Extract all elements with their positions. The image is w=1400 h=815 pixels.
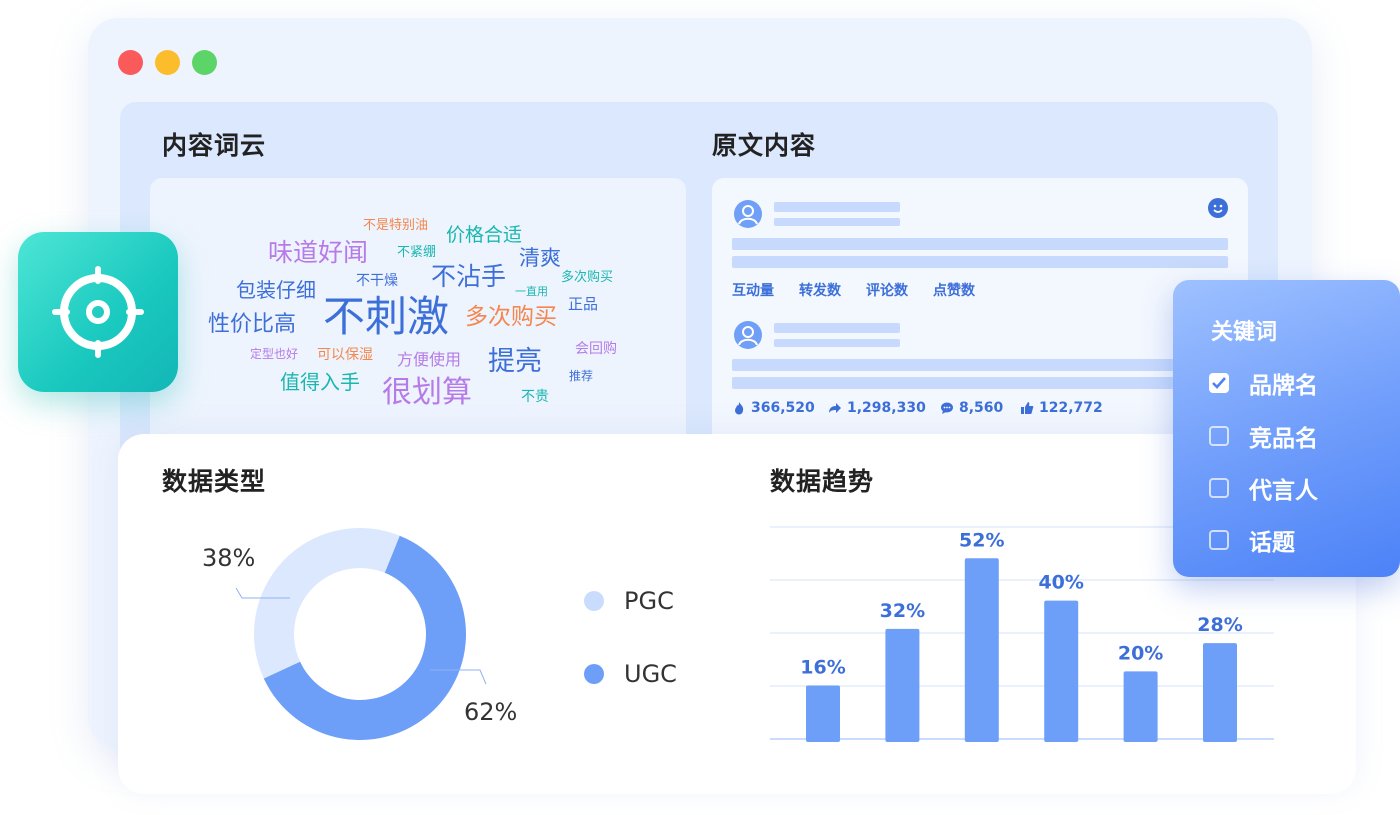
wordcloud-word: 推荐 xyxy=(569,369,594,383)
trend-bar-label: 20% xyxy=(1118,642,1163,664)
trend-bar xyxy=(1203,643,1237,742)
target-app-icon[interactable] xyxy=(18,232,178,392)
target-icon xyxy=(52,266,144,358)
trend-bar xyxy=(885,628,920,742)
trend-bar xyxy=(1044,600,1079,742)
keyword-option-label: 品牌名 xyxy=(1249,373,1318,399)
keyword-panel-title: 关键词 xyxy=(1211,320,1278,345)
wordcloud-word: 定型也好 xyxy=(250,347,299,361)
wordcloud-word: 多次购买 xyxy=(561,270,614,285)
wordcloud-word: 很划算 xyxy=(382,375,472,410)
wordcloud-word: 不刺激 xyxy=(323,292,450,341)
wordcloud-word: 清爽 xyxy=(519,246,561,270)
wordcloud-word: 提亮 xyxy=(488,346,542,377)
trend-bar xyxy=(1123,671,1158,742)
trend-bar xyxy=(806,685,840,742)
wordcloud-word: 不紧绷 xyxy=(397,245,437,260)
wordcloud-word: 方便使用 xyxy=(397,350,462,369)
keyword-option-competitor[interactable]: 竞品名 xyxy=(1209,419,1318,453)
wordcloud-word: 包装仔细 xyxy=(236,278,316,302)
wordcloud-word: 性价比高 xyxy=(208,312,297,337)
trend-bar-label: 32% xyxy=(880,600,925,622)
wordcloud-word: 正品 xyxy=(568,295,599,313)
wordcloud-word: 不是特别油 xyxy=(363,218,429,233)
keyword-option-topic[interactable]: 话题 xyxy=(1209,523,1295,557)
check-icon xyxy=(1212,377,1226,389)
keyword-option-brand[interactable]: 品牌名 xyxy=(1209,366,1318,400)
trend-bar-label: 52% xyxy=(959,529,1004,551)
keyword-option-spokesperson[interactable]: 代言人 xyxy=(1209,471,1318,505)
trend-bar-label: 40% xyxy=(1038,572,1083,594)
wordcloud-word: 值得入手 xyxy=(280,370,360,394)
wordcloud-word: 不沾手 xyxy=(431,262,507,291)
wordcloud-word: 会回购 xyxy=(575,341,617,357)
wordcloud-word: 味道好闻 xyxy=(268,238,369,267)
trend-bar-label: 16% xyxy=(800,656,845,678)
keyword-option-label: 竞品名 xyxy=(1249,426,1318,452)
wordcloud-word: 可以保湿 xyxy=(317,347,373,363)
checkbox-checked[interactable] xyxy=(1209,373,1229,393)
trend-bar-label: 28% xyxy=(1197,614,1242,636)
wordcloud-word: 价格合适 xyxy=(446,224,523,246)
keyword-option-label: 代言人 xyxy=(1249,478,1318,504)
keyword-filter-panel: 关键词 品牌名 竞品名 代言人 话题 xyxy=(1173,280,1400,577)
wordcloud-word: 一直用 xyxy=(515,285,548,298)
checkbox-unchecked[interactable] xyxy=(1209,530,1229,550)
trend-bar xyxy=(964,558,999,742)
wordcloud-word: 多次购买 xyxy=(465,304,557,330)
checkbox-unchecked[interactable] xyxy=(1209,478,1229,498)
wordcloud-word: 不贵 xyxy=(521,389,549,405)
checkbox-unchecked[interactable] xyxy=(1209,426,1229,446)
keyword-option-label: 话题 xyxy=(1249,530,1295,556)
wordcloud-word: 不干燥 xyxy=(356,273,398,289)
